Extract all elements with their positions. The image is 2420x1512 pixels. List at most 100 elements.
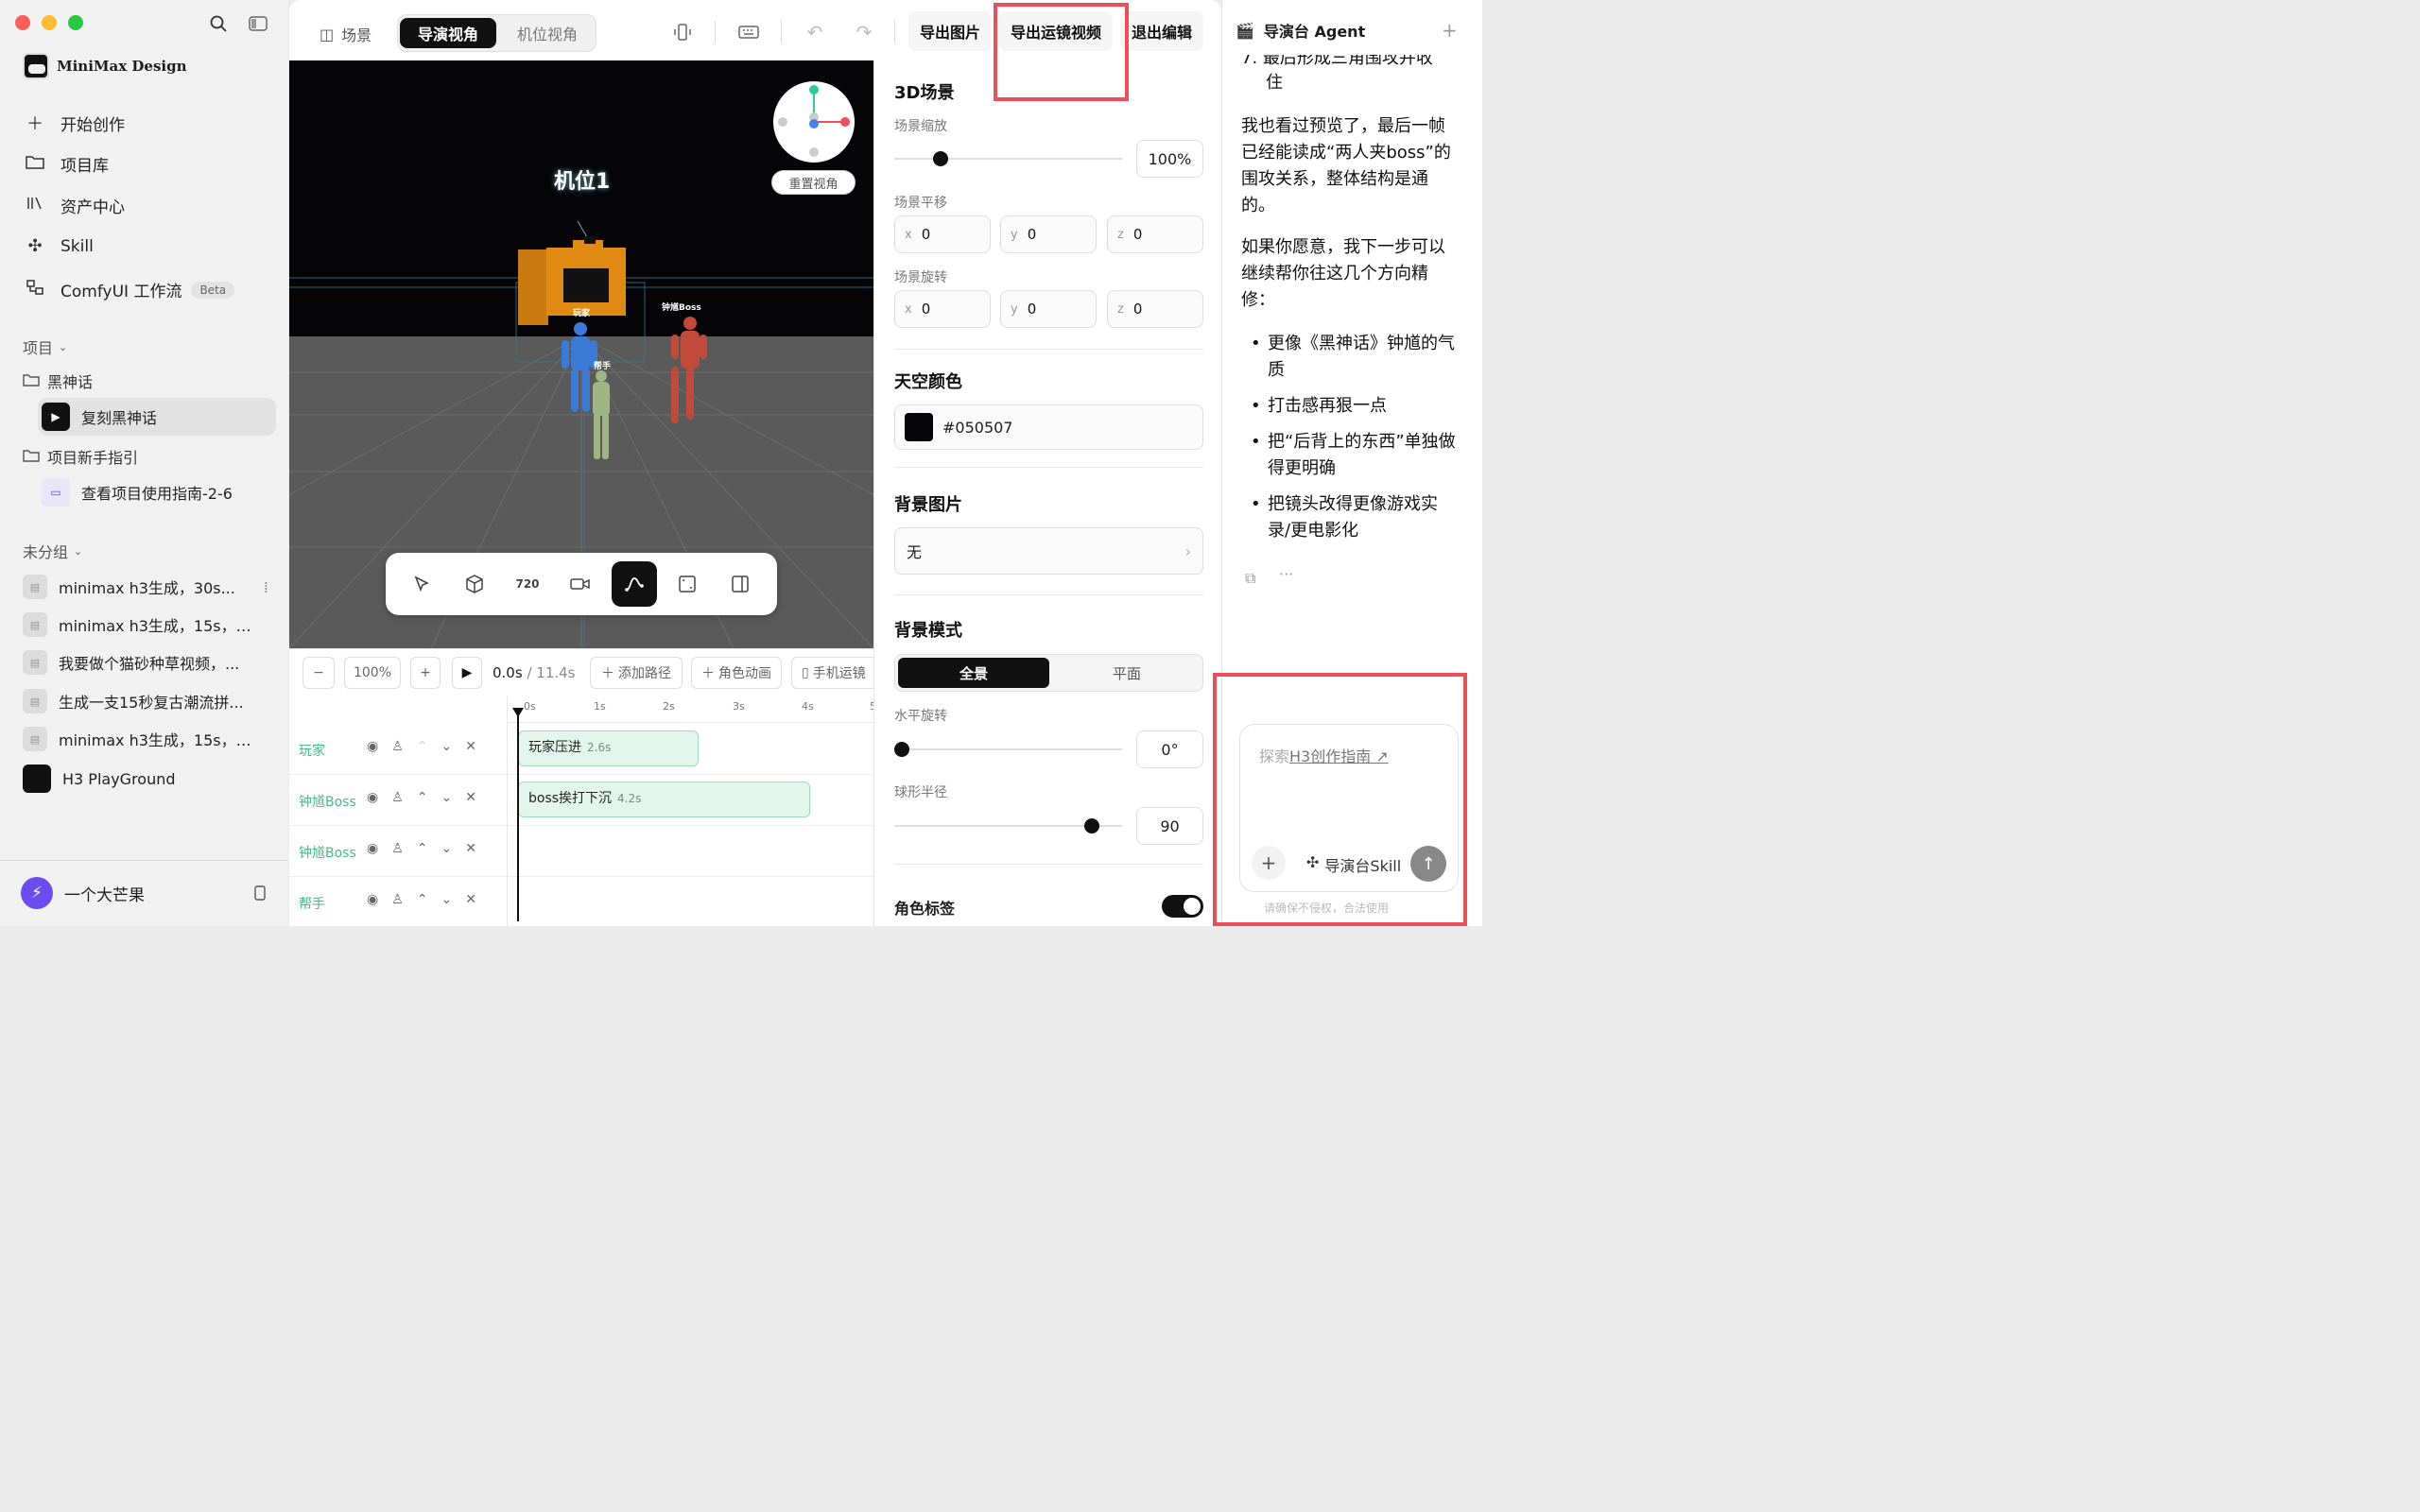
play-button[interactable]: ▶ <box>452 657 482 689</box>
project-item-active[interactable]: ▶ 复刻黑神话 <box>38 398 276 436</box>
rotate-720-icon[interactable]: 720 <box>505 561 550 607</box>
chevron-up-icon[interactable]: ⌃ <box>417 790 428 805</box>
zoom-window-button[interactable] <box>68 15 83 30</box>
export-video-button[interactable]: 导出运镜视频 <box>999 11 1114 51</box>
reset-view-button[interactable]: 重置视角 <box>771 170 856 195</box>
track-name[interactable]: 钟馗Boss <box>299 792 356 811</box>
player-figure[interactable] <box>562 322 597 412</box>
attach-plus-button[interactable]: + <box>1252 846 1286 880</box>
chevron-down-icon[interactable]: ⌄ <box>441 841 453 856</box>
color-swatch[interactable] <box>905 413 933 441</box>
guide-link[interactable]: H3创作指南 ↗ <box>1289 747 1389 765</box>
bg-image-select[interactable]: 无 › <box>894 527 1203 575</box>
eye-icon[interactable]: ◉ <box>367 892 378 907</box>
slider-knob[interactable] <box>894 742 909 757</box>
minimize-window-button[interactable] <box>42 15 57 30</box>
device-icon[interactable] <box>251 885 268 902</box>
eye-icon[interactable]: ◉ <box>367 841 378 856</box>
path-curve-icon[interactable] <box>612 561 657 607</box>
director-view-tab[interactable]: 导演视角 <box>400 18 496 48</box>
nav-comfyui[interactable]: ComfyUI 工作流 Beta <box>23 278 235 301</box>
more-icon[interactable]: ··· <box>1279 565 1293 583</box>
slider-knob[interactable] <box>933 151 948 166</box>
user-profile[interactable]: ⚡ 一个大芒果 <box>21 877 145 909</box>
orientation-gizmo[interactable] <box>773 81 855 163</box>
h-rotation-value[interactable]: 0° <box>1136 730 1203 768</box>
sidebar-toggle-icon[interactable] <box>248 13 268 34</box>
pan-y-input[interactable]: y0 <box>1000 215 1097 253</box>
eye-icon[interactable]: ◉ <box>367 790 378 805</box>
chevron-down-icon[interactable]: ⌄ <box>441 739 453 754</box>
zoom-out-button[interactable]: − <box>302 657 335 689</box>
search-icon[interactable] <box>208 13 229 34</box>
folder-guide[interactable]: 项目新手指引 <box>23 445 138 468</box>
ungrouped-section-toggle[interactable]: 未分组 ⌄ <box>23 540 82 562</box>
person-icon[interactable]: ♙ <box>391 739 404 754</box>
character-tag-toggle[interactable] <box>1162 895 1203 918</box>
nav-project-library[interactable]: 项目库 <box>23 152 109 176</box>
copy-icon[interactable]: ⧉ <box>1245 569 1255 588</box>
close-icon[interactable]: ✕ <box>465 841 476 856</box>
scene-tab[interactable]: ◫ 场景 <box>320 23 372 45</box>
export-image-button[interactable]: 导出图片 <box>908 11 993 51</box>
playground-item[interactable]: H3 PlayGround <box>23 765 268 793</box>
new-chat-plus-icon[interactable]: + <box>1442 19 1458 42</box>
phone-vibrate-icon[interactable] <box>671 21 694 43</box>
rot-x-input[interactable]: x0 <box>894 290 991 328</box>
chevron-up-icon[interactable]: ⌃ <box>417 841 428 856</box>
skill-button[interactable]: ✣ 导演台Skill <box>1306 853 1410 876</box>
person-icon[interactable]: ♙ <box>391 841 404 856</box>
nav-skill[interactable]: ✣ Skill <box>23 236 93 256</box>
keyboard-icon[interactable] <box>737 21 760 43</box>
scale-value[interactable]: 100% <box>1136 140 1203 178</box>
chat-item[interactable]: ▤ 生成一支15秒复古潮流拼... <box>23 689 268 713</box>
cube-icon[interactable] <box>452 561 497 607</box>
radius-slider[interactable] <box>894 818 1122 833</box>
input-placeholder[interactable]: 探索H3创作指南 ↗ <box>1259 744 1389 766</box>
track-name[interactable]: 帮手 <box>299 894 325 913</box>
chat-item[interactable]: ▤ minimax h3生成，30s... ⁞ <box>23 575 268 599</box>
video-camera-icon[interactable] <box>558 561 603 607</box>
rot-z-input[interactable]: z0 <box>1107 290 1203 328</box>
projects-section-toggle[interactable]: 项目 ⌄ <box>23 335 67 358</box>
mode-flat[interactable]: 平面 <box>1051 658 1202 688</box>
helper-figure[interactable] <box>593 370 610 459</box>
chat-item[interactable]: ▤ minimax h3生成，15s，1... <box>23 727 268 751</box>
slider-knob[interactable] <box>1084 818 1099 833</box>
chat-item[interactable]: ▤ 我要做个猫砂种草视频，... <box>23 650 268 675</box>
zoom-level[interactable]: 100% <box>344 657 401 689</box>
folder-heishenhua[interactable]: 黑神话 <box>23 369 93 392</box>
phone-camera-button[interactable]: ▯ 手机运镜 <box>791 657 876 689</box>
chevron-up-icon[interactable]: ⌃ <box>417 892 428 907</box>
add-path-button[interactable]: ＋ 添加路径 <box>590 657 683 689</box>
nav-start-create[interactable]: ＋ 开始创作 <box>23 111 125 135</box>
track-name[interactable]: 钟馗Boss <box>299 843 356 862</box>
zoom-in-button[interactable]: + <box>410 657 441 689</box>
timeline-clip[interactable]: 玩家压进 2.6s <box>518 730 699 766</box>
send-button[interactable]: ↑ <box>1410 846 1446 882</box>
select-cursor-icon[interactable] <box>399 561 444 607</box>
pan-x-input[interactable]: x0 <box>894 215 991 253</box>
nav-asset-center[interactable]: 资产中心 <box>23 194 125 217</box>
person-icon[interactable]: ♙ <box>391 790 404 805</box>
redo-icon[interactable]: ↷ <box>853 21 875 43</box>
brand[interactable]: MiniMax Design <box>23 53 186 79</box>
fullscreen-icon[interactable] <box>665 561 710 607</box>
boss-figure[interactable] <box>671 317 707 423</box>
sky-color-field[interactable]: #050507 <box>894 404 1203 450</box>
radius-value[interactable]: 90 <box>1136 807 1203 845</box>
close-icon[interactable]: ✕ <box>465 739 476 754</box>
agent-input[interactable]: 探索H3创作指南 ↗ + ✣ 导演台Skill ↑ <box>1239 724 1459 892</box>
camera-view-tab[interactable]: 机位视角 <box>500 18 595 48</box>
eye-icon[interactable]: ◉ <box>367 739 378 754</box>
time-ruler[interactable]: 0s 1s 2s 3s 4s 5 <box>507 696 876 723</box>
track-name[interactable]: 玩家 <box>299 741 325 760</box>
rot-y-input[interactable]: y0 <box>1000 290 1097 328</box>
exit-edit-button[interactable]: 退出编辑 <box>1120 11 1204 51</box>
side-panel-icon[interactable] <box>717 561 763 607</box>
pan-z-input[interactable]: z0 <box>1107 215 1203 253</box>
chevron-down-icon[interactable]: ⌄ <box>441 892 453 907</box>
character-animation-button[interactable]: ＋角色动画 <box>691 657 782 689</box>
playhead[interactable] <box>512 708 524 921</box>
scale-slider[interactable] <box>894 151 1122 166</box>
